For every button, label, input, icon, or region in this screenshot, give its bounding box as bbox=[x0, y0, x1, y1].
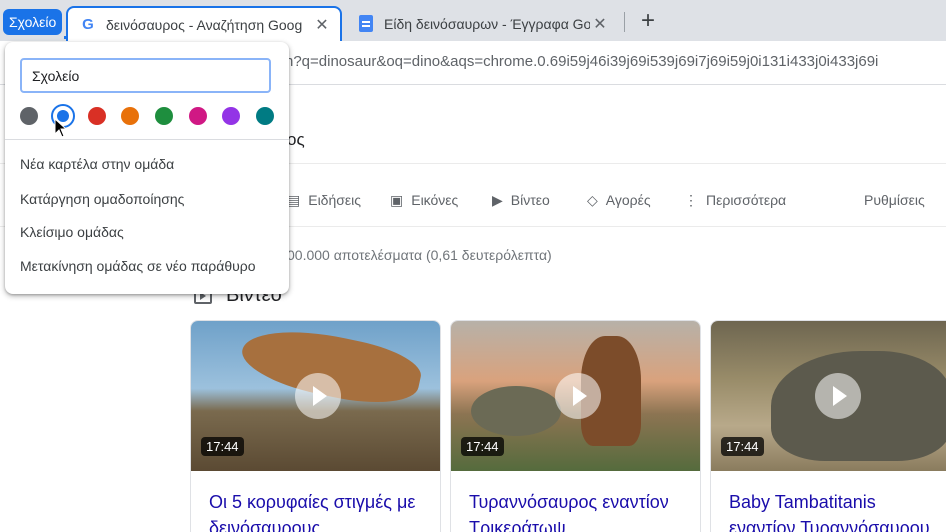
nav-more[interactable]: ⋮ Περισσότερα bbox=[684, 190, 786, 210]
more-vert-icon: ⋮ bbox=[684, 191, 698, 208]
tag-icon: ◇ bbox=[587, 191, 598, 208]
close-icon[interactable]: ✕ bbox=[590, 14, 610, 34]
video-card[interactable]: 17:44 Οι 5 κορυφαίες στιγμές με δεινόσαυ… bbox=[190, 320, 441, 532]
nav-label: Αγορές bbox=[605, 192, 651, 208]
nav-images[interactable]: ▣ Εικόνες bbox=[390, 190, 458, 210]
nav-label: Περισσότερα bbox=[706, 192, 787, 208]
nav-video[interactable]: ▶ Βίντεο bbox=[492, 190, 550, 210]
settings-label: Ρυθμίσεις bbox=[864, 192, 925, 208]
video-title-link[interactable]: Οι 5 κορυφαίες στιγμές με δεινόσαυρους bbox=[191, 471, 440, 532]
menu-ungroup[interactable]: Κατάργηση ομαδοποίησης bbox=[20, 191, 184, 207]
settings-link[interactable]: Ρυθμίσεις bbox=[864, 190, 925, 210]
nav-label: Ειδήσεις bbox=[308, 192, 362, 208]
group-name-input[interactable] bbox=[20, 58, 271, 93]
images-icon: ▣ bbox=[390, 191, 404, 208]
play-icon[interactable] bbox=[555, 373, 601, 419]
tab-title: Είδη δεινόσαυρων - Έγγραφα Go bbox=[384, 15, 590, 32]
color-swatch-red[interactable] bbox=[88, 107, 106, 125]
video-title-link[interactable]: Baby Tambatitanis εναντίον Τυραννόσαυρου bbox=[711, 471, 946, 532]
video-thumbnail[interactable]: 17:44 bbox=[191, 321, 440, 471]
color-swatch-yellow[interactable] bbox=[121, 107, 139, 125]
video-icon: ▶ bbox=[492, 191, 503, 208]
color-swatch-purple[interactable] bbox=[222, 107, 240, 125]
dinosaur-image bbox=[471, 386, 561, 436]
nav-label: Βίντεο bbox=[510, 192, 550, 208]
results-count: 00.000 αποτελέσματα (0,61 δευτερόλεπτα) bbox=[287, 247, 552, 263]
tab-google-search[interactable]: G δεινόσαυρος - Αναζήτηση Goog ✕ bbox=[66, 6, 342, 41]
menu-new-tab-in-group[interactable]: Νέα καρτέλα στην ομάδα bbox=[20, 156, 174, 172]
tab-group-editor: Νέα καρτέλα στην ομάδα Κατάργηση ομαδοπο… bbox=[5, 42, 289, 294]
video-card[interactable]: 17:44 Baby Tambatitanis εναντίον Τυραννό… bbox=[710, 320, 946, 532]
docs-icon bbox=[358, 15, 374, 32]
video-duration: 17:44 bbox=[461, 437, 504, 456]
color-swatch-grey[interactable] bbox=[20, 107, 38, 125]
nav-label: Εικόνες bbox=[411, 192, 459, 208]
menu-move-group-to-new-window[interactable]: Μετακίνηση ομάδας σε νέο παράθυρο bbox=[20, 258, 256, 274]
tab-strip: Σχολείο G δεινόσαυρος - Αναζήτηση Goog ✕… bbox=[0, 0, 946, 41]
address-bar[interactable]: h?q=dinosaur&oq=dino&aqs=chrome.0.69i59j… bbox=[285, 53, 946, 70]
video-duration: 17:44 bbox=[721, 437, 764, 456]
tab-group-chip[interactable]: Σχολείο bbox=[3, 9, 63, 35]
nav-shopping[interactable]: ◇ Αγορές bbox=[587, 190, 651, 210]
video-thumbnail[interactable]: 17:44 bbox=[451, 321, 700, 471]
browser-window: Σχολείο G δεινόσαυρος - Αναζήτηση Goog ✕… bbox=[0, 0, 946, 532]
mouse-cursor-icon bbox=[54, 118, 68, 138]
new-tab-button[interactable]: + bbox=[636, 8, 660, 34]
video-card[interactable]: 17:44 Τυραννόσαυρος εναντίον Τρικεράτωψ bbox=[450, 320, 701, 532]
close-icon[interactable]: ✕ bbox=[312, 15, 332, 35]
video-thumbnail[interactable]: 17:44 bbox=[711, 321, 946, 471]
color-swatch-green[interactable] bbox=[155, 107, 173, 125]
color-swatch-cyan[interactable] bbox=[256, 107, 274, 125]
tab-separator bbox=[624, 12, 625, 32]
color-swatch-pink[interactable] bbox=[189, 107, 207, 125]
play-icon[interactable] bbox=[295, 373, 341, 419]
play-icon[interactable] bbox=[815, 373, 861, 419]
tab-title: δεινόσαυρος - Αναζήτηση Goog bbox=[106, 16, 303, 33]
video-duration: 17:44 bbox=[201, 437, 244, 456]
tab-google-docs[interactable]: Είδη δεινόσαυρων - Έγγραφα Go ✕ bbox=[346, 6, 618, 41]
menu-close-group[interactable]: Κλείσιμο ομάδας bbox=[20, 224, 124, 240]
google-icon: G bbox=[82, 16, 94, 33]
nav-news[interactable]: ▤ Ειδήσεις bbox=[287, 190, 361, 210]
menu-divider bbox=[5, 139, 289, 140]
search-query[interactable]: ος bbox=[287, 130, 305, 150]
video-title-link[interactable]: Τυραννόσαυρος εναντίον Τρικεράτωψ bbox=[451, 471, 700, 532]
